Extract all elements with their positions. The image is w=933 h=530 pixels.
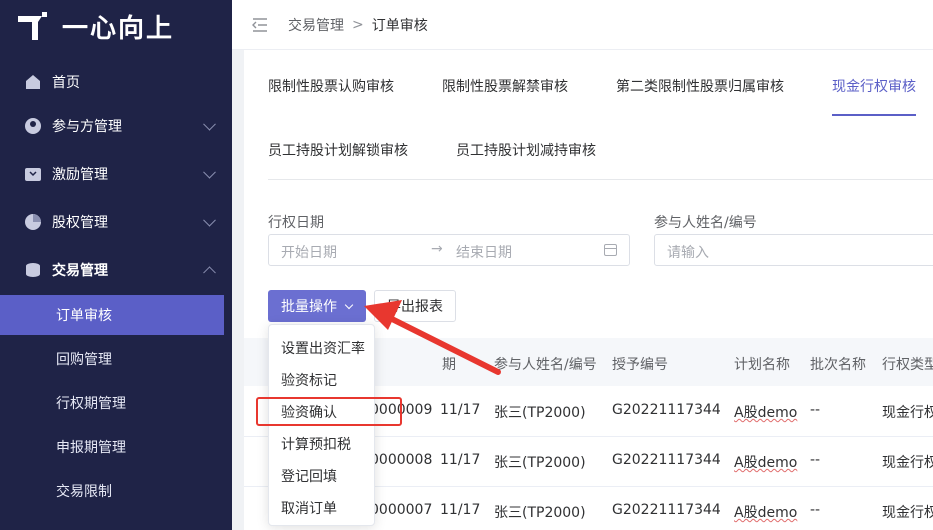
participant-icon — [24, 117, 42, 135]
range-arrow-icon: → — [431, 241, 443, 257]
tabs-divider — [268, 179, 933, 180]
cell-batch: -- — [810, 402, 821, 418]
annotation-highlight-box — [256, 397, 402, 426]
end-date-input[interactable]: 结束日期 — [456, 242, 512, 262]
column-header: 授予编号 — [612, 357, 668, 373]
cell-participant: 张三(TP2000) — [494, 405, 586, 421]
cell-type: 现金行权 — [882, 405, 933, 421]
sidebar-item-trade[interactable]: 交易管理 — [0, 248, 232, 292]
sidebar-subitem-exercise-period[interactable]: 行权期管理 — [0, 383, 224, 423]
top-header: 交易管理 > 订单审核 — [232, 0, 933, 50]
sidebar-item-label: 激励管理 — [52, 167, 108, 183]
tab-class2-vesting[interactable]: 第二类限制性股票归属审核 — [616, 76, 784, 96]
sidebar-item-equity[interactable]: 股权管理 — [0, 200, 232, 244]
cell-plan: A股demo — [734, 405, 798, 421]
column-header: 计划名称 — [734, 357, 790, 373]
cell-participant: 张三(TP2000) — [494, 455, 586, 471]
sidebar-subitem-order-review[interactable]: 订单审核 — [0, 295, 224, 335]
sidebar-subitem-label: 申报期管理 — [56, 440, 126, 456]
home-icon — [24, 73, 42, 91]
column-header: 期 — [442, 357, 456, 373]
menu-item-register-backfill[interactable]: 登记回填 — [281, 466, 337, 486]
column-header: 参与人姓名/编号 — [494, 357, 597, 373]
cell-grant-no: G20221117344 — [612, 402, 721, 418]
sidebar-item-label: 股权管理 — [52, 215, 108, 231]
sidebar-subitem-label: 行权期管理 — [56, 396, 126, 412]
logo: 一心向上 — [16, 8, 174, 44]
logo-mark-icon — [16, 10, 48, 42]
chevron-down-icon — [203, 117, 216, 131]
tab-cash-exercise[interactable]: 现金行权审核 — [832, 76, 916, 96]
chevron-down-icon — [203, 165, 216, 179]
chevron-down-icon — [344, 300, 354, 309]
sidebar-item-label: 参与方管理 — [52, 119, 122, 135]
cell-grant-no: G20221117344 — [612, 452, 721, 468]
menu-item-capital-verify-mark[interactable]: 验资标记 — [281, 370, 337, 390]
column-header: 行权类型 — [882, 357, 933, 373]
batch-operation-button[interactable]: 批量操作 — [268, 290, 366, 322]
cell-order-no: 0000007 — [370, 502, 433, 518]
date-filter-label: 行权日期 — [268, 215, 324, 231]
column-header: 批次名称 — [810, 357, 866, 373]
brand-name: 一心向上 — [62, 13, 175, 44]
date-range-picker[interactable]: 开始日期 → 结束日期 — [268, 234, 630, 266]
cell-grant-no: G20221117344 — [612, 502, 721, 518]
sidebar: 一心向上 首页 参与方管理 激励管理 股权管理 交易管理 订单审核 回购管理 行… — [0, 0, 232, 530]
breadcrumb-separator: > — [352, 16, 364, 33]
sidebar-subitem-trade-limit[interactable]: 交易限制 — [0, 471, 224, 511]
menu-item-calc-withholding-tax[interactable]: 计算预扣税 — [281, 434, 351, 454]
sidebar-item-home[interactable]: 首页 — [0, 60, 232, 104]
sidebar-item-label: 交易管理 — [52, 263, 108, 279]
sidebar-subitem-label: 回购管理 — [56, 352, 112, 368]
chevron-down-icon — [203, 213, 216, 227]
menu-fold-icon[interactable] — [252, 17, 268, 32]
menu-item-cancel-order[interactable]: 取消订单 — [281, 498, 337, 518]
incentive-icon — [24, 165, 42, 183]
sidebar-subitem-label: 订单审核 — [56, 308, 112, 324]
tab-esop-reduce[interactable]: 员工持股计划减持审核 — [456, 140, 596, 160]
cell-participant: 张三(TP2000) — [494, 505, 586, 521]
sidebar-subitem-declaration-period[interactable]: 申报期管理 — [0, 427, 224, 467]
cell-date: 11/17 — [440, 502, 481, 518]
sidebar-subitem-label: 交易限制 — [56, 484, 112, 500]
export-report-button[interactable]: 导出报表 — [374, 290, 456, 322]
chevron-up-icon — [203, 266, 216, 280]
tab-esop-unlock[interactable]: 员工持股计划解锁审核 — [268, 140, 408, 160]
cell-plan: A股demo — [734, 505, 798, 521]
start-date-input[interactable]: 开始日期 — [281, 242, 337, 262]
name-filter-label: 参与人姓名/编号 — [654, 215, 757, 231]
trade-icon — [24, 261, 42, 279]
menu-item-set-exchange-rate[interactable]: 设置出资汇率 — [281, 338, 365, 358]
cell-type: 现金行权 — [882, 455, 933, 471]
participant-search-input[interactable]: 请输入 — [654, 234, 933, 266]
sidebar-item-participants[interactable]: 参与方管理 — [0, 104, 232, 148]
cell-batch: -- — [810, 502, 821, 518]
sidebar-item-incentive[interactable]: 激励管理 — [0, 152, 232, 196]
sidebar-item-label: 首页 — [52, 75, 80, 91]
breadcrumb-item[interactable]: 交易管理 — [288, 15, 344, 35]
input-placeholder: 请输入 — [667, 245, 709, 261]
cell-plan: A股demo — [734, 455, 798, 471]
cell-type: 现金行权 — [882, 505, 933, 521]
cell-batch: -- — [810, 452, 821, 468]
tab-restricted-subscription[interactable]: 限制性股票认购审核 — [268, 76, 394, 96]
equity-icon — [24, 213, 42, 231]
batch-operation-label: 批量操作 — [281, 299, 337, 315]
cell-date: 11/17 — [440, 402, 481, 418]
export-report-label: 导出报表 — [387, 299, 443, 315]
active-tab-indicator — [832, 114, 916, 116]
calendar-icon — [604, 244, 617, 256]
cell-order-no: 0000008 — [370, 452, 433, 468]
breadcrumb-current: 订单审核 — [371, 17, 428, 34]
cell-date: 11/17 — [440, 452, 481, 468]
sidebar-subitem-buyback[interactable]: 回购管理 — [0, 339, 224, 379]
tab-restricted-unlock[interactable]: 限制性股票解禁审核 — [442, 76, 568, 96]
